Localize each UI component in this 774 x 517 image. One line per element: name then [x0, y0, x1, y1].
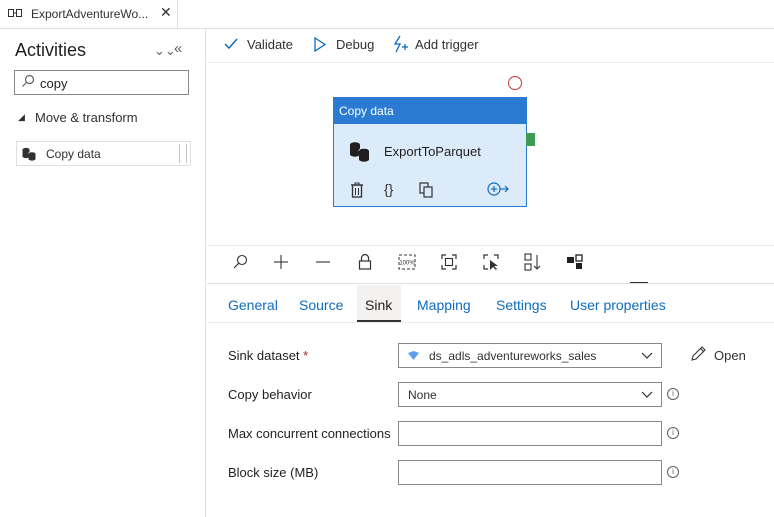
play-icon	[314, 37, 327, 52]
pipeline-tab-title: ExportAdventureWo...	[31, 7, 149, 21]
collapse-all-icon[interactable]: ⌄⌄	[154, 43, 176, 59]
copy-behavior-label: Copy behavior	[228, 387, 312, 402]
on-success-handle[interactable]	[526, 133, 535, 146]
checkmark-icon	[224, 38, 238, 50]
required-marker: *	[303, 348, 309, 363]
tab-sink[interactable]: Sink	[365, 297, 392, 313]
sink-dataset-label: Sink dataset *	[228, 348, 309, 363]
search-icon	[22, 74, 35, 87]
fit-to-window-icon[interactable]	[439, 252, 459, 272]
info-icon[interactable]: i	[667, 427, 679, 439]
close-tab-icon[interactable]: ✕	[160, 4, 172, 21]
activity-item-copy-data[interactable]: Copy data	[16, 141, 191, 166]
zoom-out-icon[interactable]	[313, 252, 333, 272]
tab-settings[interactable]: Settings	[496, 297, 547, 313]
max-concurrent-label: Max concurrent connections	[228, 426, 391, 441]
tab-user-properties[interactable]: User properties	[570, 297, 666, 313]
activity-node-name: ExportToParquet	[384, 144, 481, 159]
tab-mapping[interactable]: Mapping	[417, 297, 471, 313]
info-icon[interactable]: i	[667, 466, 679, 478]
zoom-in-icon[interactable]	[271, 252, 291, 272]
select-icon[interactable]	[481, 252, 501, 272]
activity-node-type: Copy data	[339, 104, 394, 118]
clone-icon[interactable]	[419, 182, 433, 198]
on-failure-handle[interactable]	[508, 76, 522, 90]
delete-icon[interactable]	[350, 182, 364, 198]
sink-dataset-value: ds_adls_adventureworks_sales	[429, 349, 597, 363]
pipeline-icon	[8, 9, 22, 17]
activities-panel	[0, 28, 206, 517]
block-size-label: Block size (MB)	[228, 465, 319, 480]
max-concurrent-input[interactable]	[398, 421, 662, 446]
sink-dataset-select[interactable]: ds_adls_adventureworks_sales	[398, 343, 662, 368]
code-icon[interactable]: {}	[384, 181, 393, 197]
svg-text:100%: 100%	[399, 261, 415, 267]
open-dataset-button[interactable]: Open	[714, 348, 746, 363]
pipeline-tab[interactable]: ExportAdventureWo... ✕	[0, 0, 178, 28]
copy-behavior-select[interactable]: None	[398, 382, 662, 407]
add-output-icon[interactable]	[487, 182, 509, 196]
zoom-100-icon[interactable]: 100%	[397, 252, 417, 272]
activity-item-label: Copy data	[46, 147, 101, 161]
lightning-icon	[393, 35, 408, 53]
info-icon[interactable]: i	[667, 388, 679, 400]
validate-button[interactable]: Validate	[247, 37, 293, 52]
search-icon[interactable]	[230, 252, 250, 272]
drag-grip-icon[interactable]	[179, 144, 187, 163]
copy-behavior-value: None	[408, 388, 437, 402]
caret-down-icon[interactable]: ◢	[18, 112, 25, 123]
lock-icon[interactable]	[355, 252, 375, 272]
active-tab-underline	[357, 320, 401, 322]
auto-align-icon[interactable]	[523, 252, 543, 272]
pencil-icon[interactable]	[690, 345, 707, 362]
add-trigger-button[interactable]: Add trigger	[415, 37, 479, 52]
tab-general[interactable]: General	[228, 297, 278, 313]
properties-tab-bar	[207, 283, 774, 323]
tab-source[interactable]: Source	[299, 297, 343, 313]
copy-data-icon	[22, 147, 36, 161]
debug-button[interactable]: Debug	[336, 37, 374, 52]
hide-panel-icon[interactable]: «	[174, 40, 182, 57]
chevron-down-icon	[641, 352, 653, 359]
search-value: copy	[40, 76, 68, 91]
chevron-down-icon	[641, 391, 653, 398]
block-size-input[interactable]	[398, 460, 662, 485]
dataset-icon	[408, 351, 419, 360]
activity-group-move-transform[interactable]: Move & transform	[35, 110, 138, 125]
copy-data-icon	[350, 142, 370, 162]
activities-title: Activities	[15, 40, 87, 60]
layout-icon[interactable]	[565, 252, 585, 272]
